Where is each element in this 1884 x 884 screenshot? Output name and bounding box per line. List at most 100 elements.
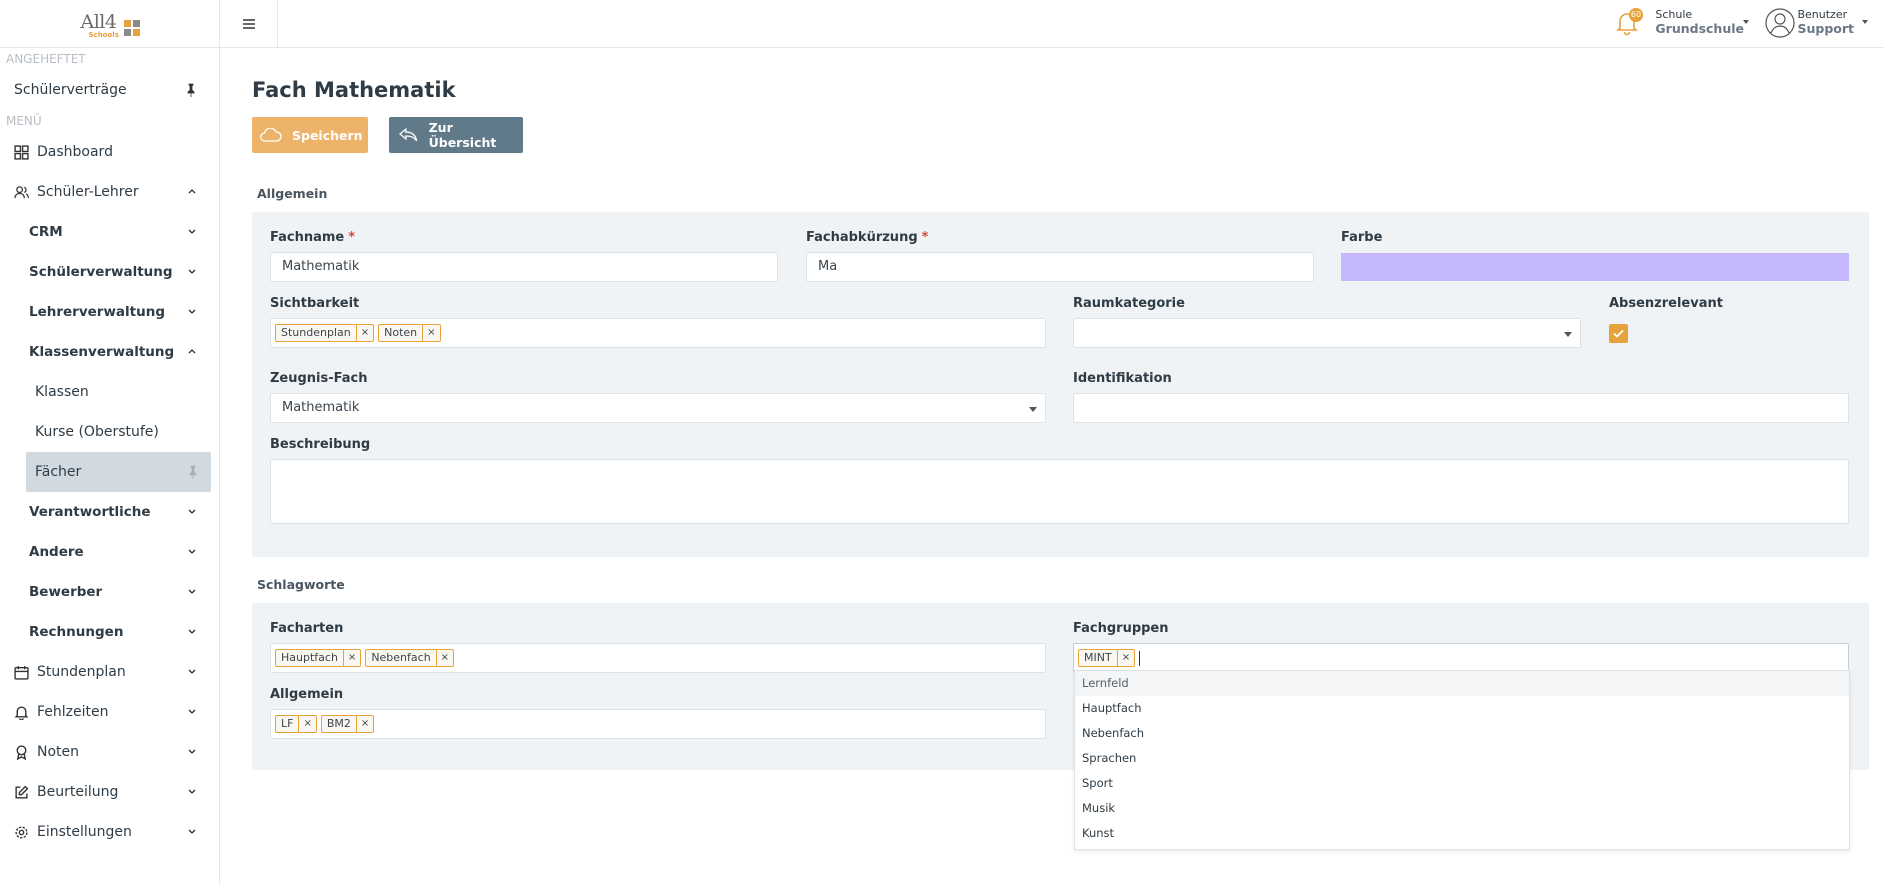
tag-remove-icon[interactable]: ×: [298, 716, 315, 732]
dropdown-option[interactable]: Kunst: [1075, 821, 1849, 846]
pinned-section-label: ANGEHEFTET: [6, 52, 86, 66]
sidebar-item-bewerber[interactable]: Bewerber: [0, 572, 219, 612]
sidebar-item-label: Fächer: [35, 464, 82, 480]
sidebar-item-einstellungen[interactable]: Einstellungen: [0, 812, 219, 852]
tag-label: LF: [281, 717, 294, 730]
save-button-label: Speichern: [292, 127, 363, 143]
sidebar-item-label: Fehlzeiten: [37, 704, 109, 720]
notification-count-badge: 60: [1629, 8, 1643, 22]
sidebar-item-andere[interactable]: Andere: [0, 532, 219, 572]
dropdown-option[interactable]: Nebenfach: [1075, 721, 1849, 746]
logo-area[interactable]: All4 Schools: [0, 0, 219, 48]
user-label: Benutzer: [1797, 8, 1848, 21]
sidebar-item-stundenplan[interactable]: Stundenplan: [0, 652, 219, 692]
tag-label: MINT: [1084, 651, 1112, 664]
tag-remove-icon[interactable]: ×: [355, 325, 373, 341]
sidebar-item-schuelerverwaltung[interactable]: Schülerverwaltung: [0, 252, 219, 292]
chevron-down-icon: [188, 589, 196, 594]
zeugnis-select[interactable]: Mathematik: [270, 393, 1046, 423]
absenz-checkbox[interactable]: [1609, 324, 1628, 343]
raumkategorie-label: Raumkategorie: [1073, 296, 1185, 311]
allgemein-tag-input[interactable]: LF × BM2 ×: [270, 709, 1046, 739]
sidebar-item-rechnungen[interactable]: Rechnungen: [0, 612, 219, 652]
sidebar-item-label: Lehrerverwaltung: [29, 304, 166, 320]
user-avatar-icon[interactable]: [1765, 8, 1795, 38]
fachname-label: Fachname *: [270, 230, 355, 245]
school-caret-icon[interactable]: [1743, 20, 1749, 24]
sidebar-item-schuelervertraege[interactable]: Schülerverträge: [0, 70, 219, 110]
sidebar-item-label: Verantwortliche: [29, 504, 151, 520]
beschreibung-label: Beschreibung: [270, 437, 371, 452]
pin-icon[interactable]: [185, 83, 197, 97]
sidebar-item-verantwortliche[interactable]: Verantwortliche: [0, 492, 219, 532]
tag-remove-icon[interactable]: ×: [422, 325, 439, 341]
tag-chip: BM2 ×: [320, 715, 375, 733]
farbe-label: Farbe: [1341, 230, 1383, 245]
identifikation-input[interactable]: [1073, 393, 1849, 423]
users-icon: [14, 185, 29, 198]
facharten-tag-input[interactable]: Hauptfach × Nebenfach ×: [270, 643, 1046, 673]
tag-label: Hauptfach: [281, 651, 338, 664]
sidebar-item-lehrerverwaltung[interactable]: Lehrerverwaltung: [0, 292, 219, 332]
sidebar-item-label: Kurse (Oberstufe): [35, 424, 159, 440]
sidebar-item-kurse[interactable]: Kurse (Oberstufe): [0, 412, 219, 452]
sichtbarkeit-label: Sichtbarkeit: [270, 296, 360, 311]
tag-remove-icon[interactable]: ×: [342, 650, 360, 666]
chevron-down-icon: [188, 669, 196, 674]
sidebar-item-beurteilung[interactable]: Beurteilung: [0, 772, 219, 812]
tag-remove-icon[interactable]: ×: [355, 716, 373, 732]
school-selector[interactable]: Schule Grundschule: [1655, 8, 1744, 36]
page-title: Fach Mathematik: [252, 78, 456, 102]
color-picker[interactable]: [1341, 253, 1849, 281]
sidebar-item-noten[interactable]: Noten: [0, 732, 219, 772]
sidebar-item-crm[interactable]: CRM: [0, 212, 219, 252]
menu-toggle-button[interactable]: [220, 0, 278, 47]
dropdown-option[interactable]: Lernfeld: [1075, 671, 1849, 696]
tag-label: Noten: [384, 326, 418, 339]
chevron-down-icon: [188, 629, 196, 634]
app-logo[interactable]: All4 Schools: [75, 7, 145, 41]
fachname-input[interactable]: Mathematik: [270, 252, 778, 282]
sidebar-item-label: Stundenplan: [37, 664, 126, 680]
dashboard-grid-icon: [14, 144, 29, 160]
required-marker: *: [921, 230, 929, 245]
sidebar-item-faecher[interactable]: Fächer: [26, 452, 211, 492]
tag-chip: LF ×: [275, 715, 317, 733]
select-caret-icon: [1029, 407, 1037, 412]
save-button[interactable]: Speichern: [252, 117, 368, 153]
sidebar-item-schueler-lehrer[interactable]: Schüler-Lehrer: [0, 172, 219, 212]
absenz-label: Absenzrelevant: [1609, 296, 1723, 311]
kuerzel-input[interactable]: Ma: [806, 252, 1314, 282]
dropdown-option[interactable]: Hauptfach: [1075, 696, 1849, 721]
sidebar-item-fehlzeiten[interactable]: Fehlzeiten: [0, 692, 219, 732]
sidebar-item-dashboard[interactable]: Dashboard: [0, 132, 219, 172]
dropdown-option[interactable]: Sport: [1075, 771, 1849, 796]
raumkategorie-select[interactable]: [1073, 318, 1581, 348]
cloud-icon: [260, 128, 282, 142]
beschreibung-textarea[interactable]: [270, 459, 1849, 524]
sidebar-item-label: Andere: [29, 544, 84, 560]
chevron-up-icon: [188, 189, 196, 194]
user-selector[interactable]: Benutzer Support: [1797, 8, 1854, 36]
pin-icon[interactable]: [187, 465, 199, 479]
tag-remove-icon[interactable]: ×: [435, 650, 453, 666]
topbar: 60 Schule Grundschule Benutzer Support: [220, 0, 1884, 48]
user-value: Support: [1797, 21, 1854, 36]
fachname-label-text: Fachname: [270, 230, 345, 245]
tag-remove-icon[interactable]: ×: [1116, 650, 1134, 666]
sidebar-item-klassen[interactable]: Klassen: [0, 372, 219, 412]
dropdown-option[interactable]: Sprachen: [1075, 746, 1849, 771]
back-to-overview-button[interactable]: Zur Übersicht: [389, 117, 523, 153]
sidebar-item-label: Schülerverwaltung: [29, 264, 173, 280]
sidebar-item-klassenverwaltung[interactable]: Klassenverwaltung: [0, 332, 219, 372]
checkmark-icon: [1613, 329, 1624, 338]
chevron-down-icon: [188, 709, 196, 714]
dropdown-option[interactable]: Musik: [1075, 796, 1849, 821]
sidebar-item-label: Beurteilung: [37, 784, 119, 800]
fachgruppen-label: Fachgruppen: [1073, 621, 1169, 636]
identifikation-label: Identifikation: [1073, 371, 1172, 386]
user-caret-icon[interactable]: [1862, 20, 1868, 24]
fachgruppen-tag-input[interactable]: MINT ×: [1073, 643, 1849, 673]
sichtbarkeit-tag-input[interactable]: Stundenplan × Noten ×: [270, 318, 1046, 348]
sidebar: All4 Schools ANGEHEFTET Schülerverträge …: [0, 0, 220, 884]
